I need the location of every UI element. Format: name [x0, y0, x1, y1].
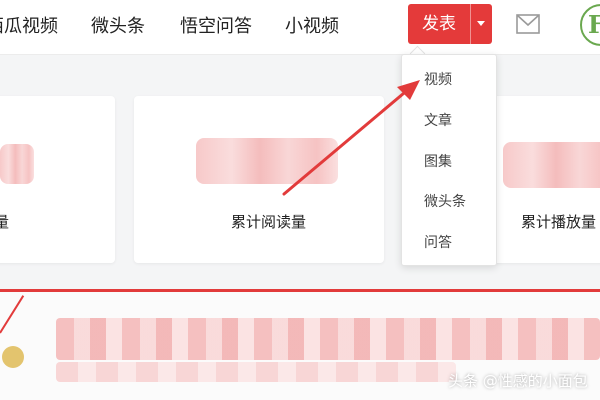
publish-button[interactable]: 发表 [408, 4, 492, 44]
watermark: 头条 @性感的小面包 [448, 372, 588, 390]
publish-dropdown-menu: 视频 文章 图集 微头条 问答 [401, 54, 497, 266]
publish-button-label[interactable]: 发表 [408, 4, 470, 44]
stat-card-label: 累计阅读量 [231, 213, 307, 231]
menu-item-article[interactable]: 文章 [424, 110, 452, 130]
blurred-stat-value [196, 138, 338, 184]
menu-item-qa[interactable]: 问答 [424, 232, 452, 252]
site-logo[interactable]: F [580, 4, 600, 46]
logo-mark: F [588, 10, 600, 39]
blurred-list-row [56, 362, 456, 382]
stat-card-play-count: 累计播放量 [491, 96, 600, 263]
menu-item-gallery[interactable]: 图集 [424, 151, 452, 171]
stat-card-label: 累计播放量 [521, 213, 597, 231]
publish-dropdown-toggle[interactable] [471, 4, 492, 44]
nav-item-short-video[interactable]: 小视频 [285, 12, 339, 38]
avatar[interactable] [2, 346, 24, 368]
blurred-stat-value [503, 142, 600, 188]
blurred-list-row [56, 318, 600, 360]
blurred-stat-value [0, 144, 34, 184]
nav-item-xigua-video[interactable]: 西瓜视频 [0, 12, 58, 38]
stat-card-label: 量 [0, 213, 10, 231]
nav-item-wukong-qa[interactable]: 悟空问答 [180, 12, 252, 38]
mail-icon[interactable] [516, 14, 540, 34]
annotation-stroke [0, 295, 25, 334]
menu-item-weitoutiao[interactable]: 微头条 [424, 191, 466, 211]
menu-item-video[interactable]: 视频 [424, 69, 452, 89]
stat-card-read-count: 累计阅读量 [134, 96, 384, 263]
top-navigation-bar: 西瓜视频 微头条 悟空问答 小视频 发表 F [0, 0, 600, 55]
caret-down-icon [477, 21, 485, 26]
stat-card-left: 量 [0, 96, 115, 263]
nav-item-weitoutiao[interactable]: 微头条 [91, 12, 145, 38]
